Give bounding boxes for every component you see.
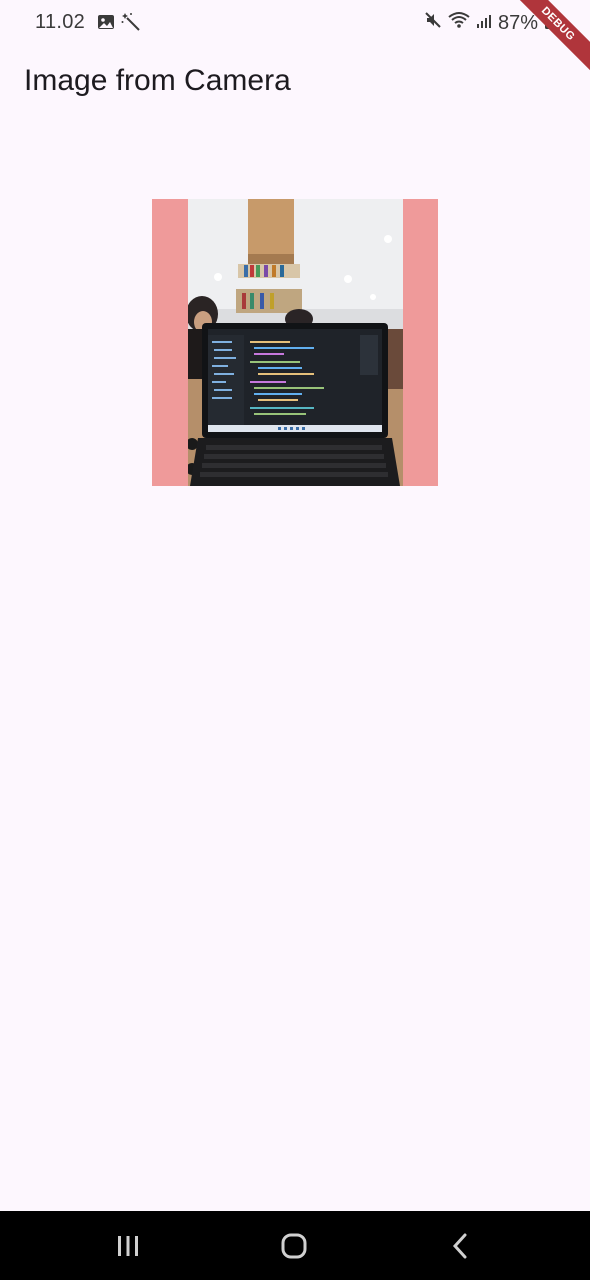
image-icon [97, 13, 115, 36]
status-time: 11.02 [35, 11, 86, 33]
mute-icon [424, 11, 442, 35]
status-notification-icons [97, 12, 141, 37]
home-icon [281, 1233, 307, 1259]
back-button[interactable] [440, 1229, 480, 1263]
captured-photo [188, 199, 403, 486]
signal-icon [476, 12, 492, 35]
status-bar: 11.02 87% [0, 0, 590, 46]
captured-image-frame [152, 199, 438, 486]
wifi-icon [448, 11, 470, 35]
page-title: Image from Camera [24, 64, 291, 97]
back-icon [452, 1233, 467, 1259]
recent-apps-button[interactable] [108, 1229, 148, 1263]
magic-wand-icon [121, 12, 141, 37]
system-navigation-bar [0, 1211, 590, 1280]
recent-apps-icon [118, 1236, 138, 1256]
battery-text: 87% [497, 11, 538, 34]
home-button[interactable] [274, 1229, 314, 1263]
